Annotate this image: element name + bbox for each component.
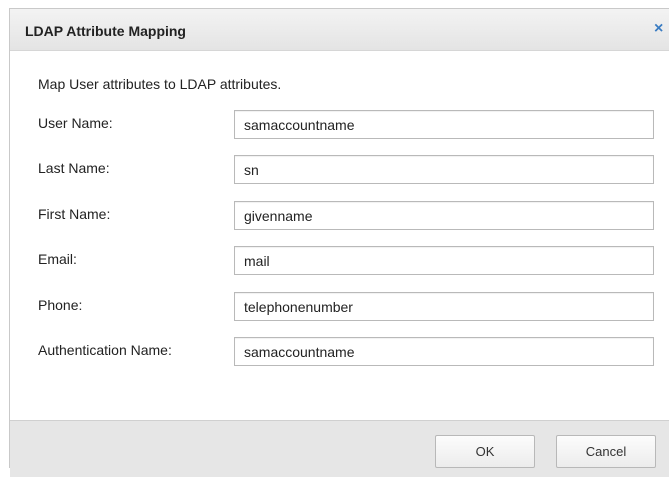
authentication-name-input[interactable] <box>234 337 654 366</box>
first-name-input[interactable] <box>234 201 654 230</box>
phone-input[interactable] <box>234 292 654 321</box>
dialog-content: Map User attributes to LDAP attributes. … <box>10 51 669 391</box>
authentication-name-label: Authentication Name: <box>38 342 172 358</box>
email-label: Email: <box>38 251 77 267</box>
email-input[interactable] <box>234 246 654 275</box>
last-name-label: Last Name: <box>38 160 110 176</box>
dialog-titlebar: LDAP Attribute Mapping × <box>10 9 669 51</box>
ok-button[interactable]: OK <box>435 435 535 468</box>
close-icon[interactable]: × <box>654 18 669 40</box>
dialog-footer: OK Cancel <box>10 420 669 477</box>
cancel-button[interactable]: Cancel <box>556 435 656 468</box>
first-name-label: First Name: <box>38 206 111 222</box>
ldap-mapping-dialog: LDAP Attribute Mapping × Map User attrib… <box>9 8 669 477</box>
user-name-input[interactable] <box>234 110 654 139</box>
dialog-title: LDAP Attribute Mapping <box>25 23 186 39</box>
phone-label: Phone: <box>38 297 83 313</box>
user-name-label: User Name: <box>38 115 113 131</box>
last-name-input[interactable] <box>234 155 654 184</box>
intro-text: Map User attributes to LDAP attributes. <box>38 76 282 92</box>
